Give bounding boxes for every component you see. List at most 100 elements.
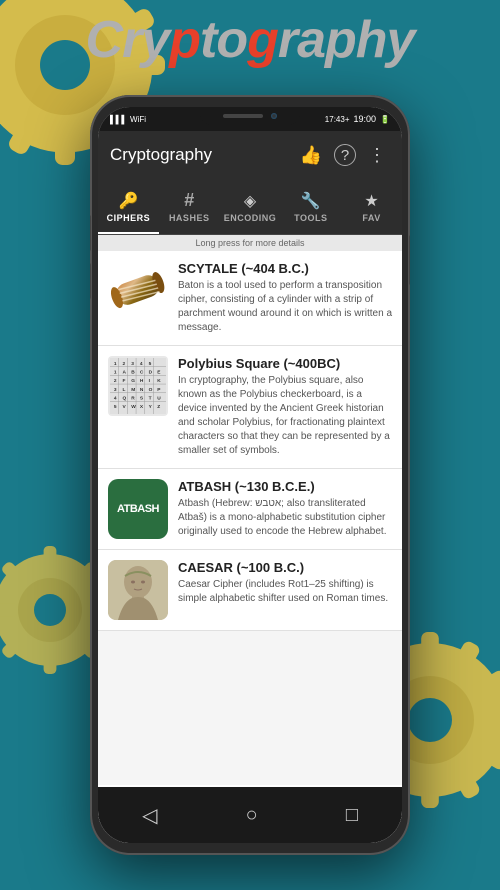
volume-up-button — [90, 215, 91, 251]
atbash-desc: Atbash (Hebrew: אטבש; also transliterate… — [178, 497, 392, 539]
battery-icon: 🔋 — [380, 115, 390, 124]
wifi-icon: WiFi — [130, 115, 146, 124]
speaker — [223, 114, 263, 118]
time-display: 19:00 — [354, 114, 377, 124]
cipher-scroll[interactable]: SCYTALE (~404 B.C.) Baton is a tool used… — [98, 251, 402, 785]
svg-text:T: T — [149, 396, 152, 402]
signal-icon: ▌▌▌ — [110, 115, 127, 124]
volume-down-button — [90, 263, 91, 299]
svg-text:F: F — [123, 378, 126, 384]
svg-text:H: H — [140, 378, 144, 384]
polybius-name: Polybius Square (~400BC) — [178, 356, 392, 371]
svg-text:4: 4 — [114, 396, 117, 402]
status-bar-left: ▌▌▌ WiFi — [110, 115, 146, 124]
svg-text:5: 5 — [114, 404, 117, 410]
title-p: p — [169, 11, 200, 69]
svg-text:L: L — [123, 387, 126, 393]
scytale-name: SCYTALE (~404 B.C.) — [178, 261, 392, 276]
app-title-container: Cryptography — [0, 10, 500, 70]
cipher-item-scytale[interactable]: SCYTALE (~404 B.C.) Baton is a tool used… — [98, 251, 402, 346]
svg-text:3: 3 — [131, 361, 134, 367]
encoding-icon: ◈ — [244, 191, 256, 211]
svg-text:C: C — [140, 369, 144, 375]
alarm-icon: 17:43+ — [325, 115, 350, 124]
polybius-thumbnail: 1 2 3 4 5 1 A B C D E 2 F — [108, 356, 168, 416]
help-button[interactable]: ? — [334, 144, 356, 166]
tab-hashes-label: HASHES — [169, 213, 210, 223]
svg-text:5: 5 — [149, 361, 152, 367]
camera — [271, 113, 277, 119]
cipher-item-atbash[interactable]: ATBASH ATBASH (~130 B.C.E.) Atbash (Hebr… — [98, 469, 402, 550]
atbash-thumb-text: ATBASH — [117, 503, 159, 515]
app-bar-title: Cryptography — [110, 145, 288, 165]
title-prefix: Cry — [86, 11, 170, 69]
scytale-thumbnail — [108, 261, 168, 321]
tab-favorites[interactable]: ★ FAV — [341, 179, 402, 234]
svg-text:Q: Q — [123, 396, 127, 402]
scytale-info: SCYTALE (~404 B.C.) Baton is a tool used… — [178, 261, 392, 335]
svg-text:1: 1 — [114, 369, 117, 375]
scytale-desc: Baton is a tool used to perform a transp… — [178, 279, 392, 335]
phone-screen: ▌▌▌ WiFi 17:43+ 19:00 🔋 Cryptography 👍 ?… — [98, 107, 402, 843]
cipher-item-polybius[interactable]: 1 2 3 4 5 1 A B C D E 2 F — [98, 346, 402, 469]
svg-text:4: 4 — [140, 361, 143, 367]
title-suffix: raphy — [278, 11, 415, 69]
recents-button[interactable]: □ — [338, 796, 366, 835]
tab-tools[interactable]: 🔧 TOOLS — [280, 179, 341, 234]
menu-button[interactable]: ⋮ — [364, 141, 390, 170]
svg-text:D: D — [149, 369, 153, 375]
phone-notch — [200, 107, 300, 125]
svg-text:O: O — [149, 387, 153, 393]
home-button[interactable]: ○ — [238, 796, 266, 835]
key-icon: 🔑 — [118, 191, 138, 211]
bottom-navigation: ◁ ○ □ — [98, 787, 402, 843]
title-g: g — [247, 11, 278, 69]
tab-ciphers-label: CIPHERS — [107, 213, 151, 223]
tab-tools-label: TOOLS — [294, 213, 327, 223]
svg-text:1: 1 — [114, 361, 117, 367]
tab-encoding[interactable]: ◈ ENCODING — [220, 179, 281, 234]
svg-text:G: G — [131, 378, 135, 384]
app-title: Cryptography — [0, 10, 500, 70]
scytale-image — [108, 261, 168, 321]
polybius-desc: In cryptography, the Polybius square, al… — [178, 374, 392, 458]
tab-encoding-label: ENCODING — [224, 213, 277, 223]
caesar-name: CAESAR (~100 B.C.) — [178, 560, 392, 575]
svg-text:Z: Z — [157, 404, 160, 410]
caesar-thumbnail — [108, 560, 168, 620]
navigation-tabs: 🔑 CIPHERS # HASHES ◈ ENCODING 🔧 TOOLS ★ … — [98, 179, 402, 235]
caesar-desc: Caesar Cipher (includes Rot1–25 shifting… — [178, 578, 392, 606]
svg-text:U: U — [157, 396, 161, 402]
power-button — [409, 235, 410, 285]
atbash-name: ATBASH (~130 B.C.E.) — [178, 479, 392, 494]
cipher-list[interactable]: SCYTALE (~404 B.C.) Baton is a tool used… — [98, 251, 402, 785]
atbash-info: ATBASH (~130 B.C.E.) Atbash (Hebrew: אטב… — [178, 479, 392, 539]
svg-text:3: 3 — [114, 387, 117, 393]
tab-ciphers[interactable]: 🔑 CIPHERS — [98, 179, 159, 234]
svg-text:N: N — [140, 387, 144, 393]
caesar-image — [108, 560, 168, 620]
status-bar-right: 17:43+ 19:00 🔋 — [325, 114, 390, 124]
phone-frame: ▌▌▌ WiFi 17:43+ 19:00 🔋 Cryptography 👍 ?… — [90, 95, 410, 855]
star-icon: ★ — [364, 191, 378, 211]
atbash-thumbnail: ATBASH — [108, 479, 168, 539]
svg-text:B: B — [131, 369, 135, 375]
svg-text:A: A — [123, 369, 127, 375]
svg-text:M: M — [131, 387, 135, 393]
hash-icon: # — [184, 190, 194, 211]
polybius-image: 1 2 3 4 5 1 A B C D E 2 F — [110, 357, 166, 415]
cipher-item-caesar[interactable]: CAESAR (~100 B.C.) Caesar Cipher (includ… — [98, 550, 402, 631]
tab-favorites-label: FAV — [362, 213, 380, 223]
tab-hashes[interactable]: # HASHES — [159, 179, 220, 234]
svg-text:W: W — [131, 404, 136, 410]
back-button[interactable]: ◁ — [134, 795, 165, 836]
tools-icon: 🔧 — [301, 191, 321, 211]
svg-text:R: R — [131, 396, 135, 402]
svg-text:K: K — [157, 378, 161, 384]
title-to: to — [200, 11, 247, 69]
long-press-hint: Long press for more details — [98, 235, 402, 251]
app-bar: Cryptography 👍 ? ⋮ — [98, 131, 402, 179]
caesar-info: CAESAR (~100 B.C.) Caesar Cipher (includ… — [178, 560, 392, 606]
polybius-info: Polybius Square (~400BC) In cryptography… — [178, 356, 392, 458]
like-button[interactable]: 👍 — [296, 141, 326, 170]
